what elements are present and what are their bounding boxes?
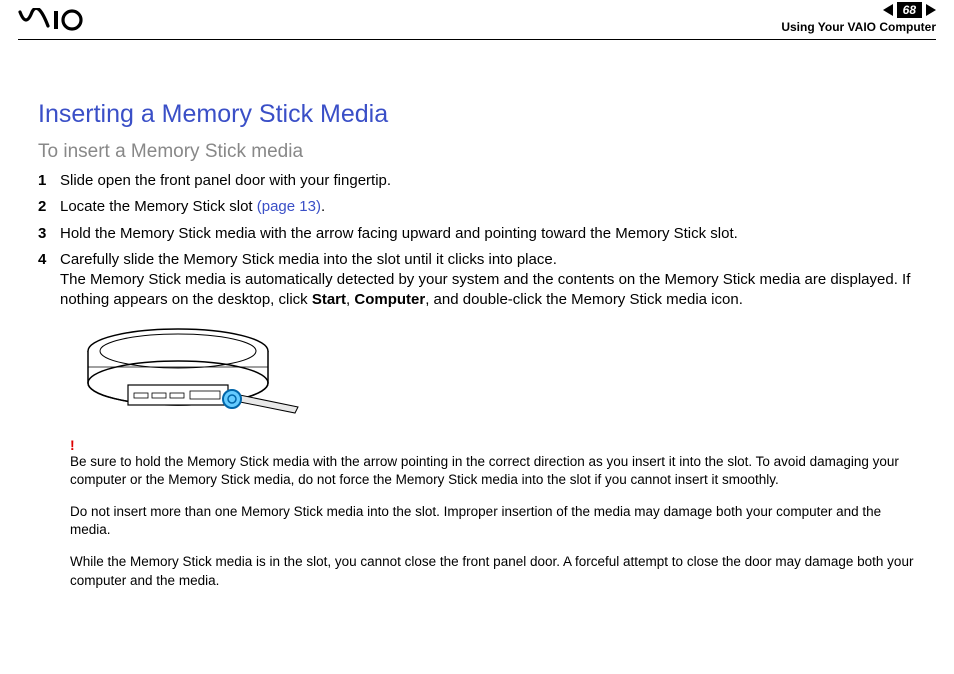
page-header: 68 Using Your VAIO Computer <box>18 0 936 40</box>
step-item: 4 Carefully slide the Memory Stick media… <box>38 250 916 311</box>
prev-page-arrow-icon[interactable] <box>883 4 893 16</box>
step-item: 2 Locate the Memory Stick slot (page 13)… <box>38 197 916 217</box>
step-number: 2 <box>38 197 60 217</box>
step-text-part: . <box>321 198 325 215</box>
memory-stick-insert-figure <box>70 321 310 429</box>
step-line: Carefully slide the Memory Stick media i… <box>60 251 557 268</box>
page-link[interactable]: (page 13) <box>257 198 321 215</box>
step-text: Carefully slide the Memory Stick media i… <box>60 250 916 311</box>
device-illustration <box>70 321 310 429</box>
warning-icon: ! <box>70 437 916 453</box>
warning-note: Be sure to hold the Memory Stick media w… <box>70 453 916 489</box>
page-title: Inserting a Memory Stick Media <box>38 100 916 129</box>
step-text-part: Locate the Memory Stick slot <box>60 198 257 215</box>
step-number: 1 <box>38 171 60 191</box>
page-navigation: 68 Using Your VAIO Computer <box>781 2 936 34</box>
step-number: 4 <box>38 250 60 311</box>
warning-note: While the Memory Stick media is in the s… <box>70 553 916 589</box>
step-text: Slide open the front panel door with you… <box>60 171 916 191</box>
step-line-part: , and double-click the Memory Stick medi… <box>425 291 743 308</box>
page-number: 68 <box>897 2 922 18</box>
page-content: Inserting a Memory Stick Media To insert… <box>0 40 954 590</box>
step-list: 1 Slide open the front panel door with y… <box>38 171 916 311</box>
warning-note: Do not insert more than one Memory Stick… <box>70 503 916 539</box>
vaio-logo <box>18 8 108 38</box>
vaio-logo-svg <box>18 8 108 32</box>
step-number: 3 <box>38 224 60 244</box>
step-text: Locate the Memory Stick slot (page 13). <box>60 197 916 217</box>
next-page-arrow-icon[interactable] <box>926 4 936 16</box>
step-text: Hold the Memory Stick media with the arr… <box>60 224 916 244</box>
step-item: 1 Slide open the front panel door with y… <box>38 171 916 191</box>
ui-ref-computer: Computer <box>354 291 425 308</box>
page-subtitle: To insert a Memory Stick media <box>38 141 916 163</box>
breadcrumb: Using Your VAIO Computer <box>781 20 936 34</box>
ui-ref-start: Start <box>312 291 346 308</box>
step-item: 3 Hold the Memory Stick media with the a… <box>38 224 916 244</box>
